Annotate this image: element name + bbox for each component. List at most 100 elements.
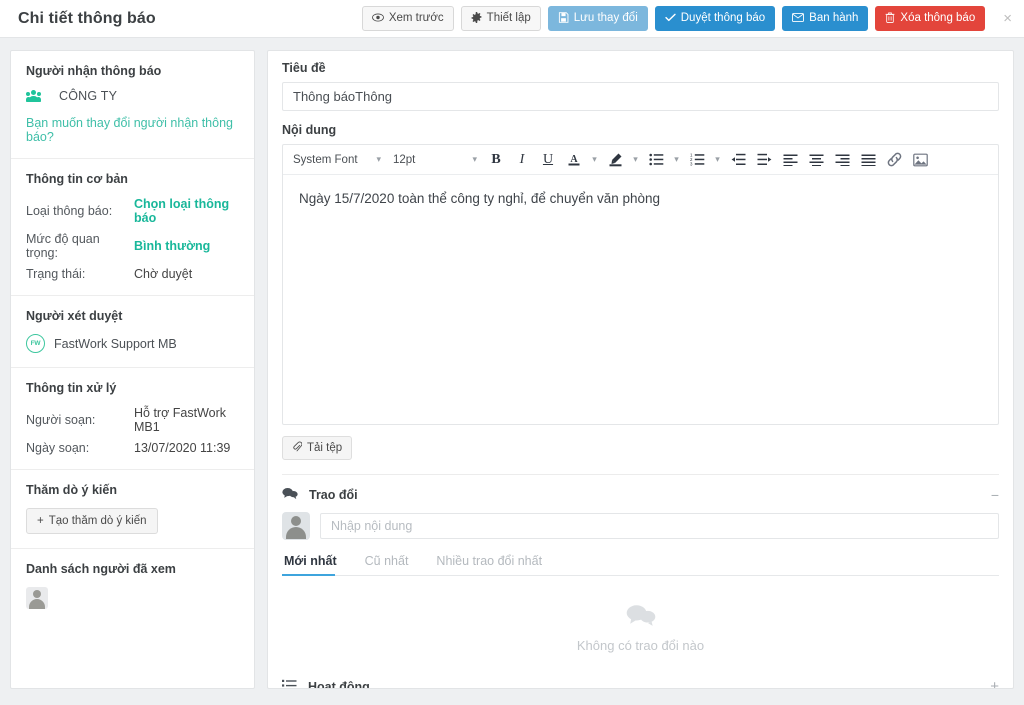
settings-button-label: Thiết lập bbox=[486, 11, 531, 24]
svg-text:3: 3 bbox=[690, 162, 693, 167]
create-poll-button[interactable]: + Tạo thăm dò ý kiến bbox=[26, 508, 158, 534]
processing-label-author: Người soạn: bbox=[26, 413, 96, 427]
save-changes-button[interactable]: Lưu thay đổi bbox=[547, 6, 648, 31]
basic-info-value-priority[interactable]: Bình thường bbox=[134, 239, 210, 253]
detail-main: Tiêu đề Nội dung System Font ▾ 12pt ▾ B … bbox=[267, 50, 1014, 689]
bold-icon[interactable]: B bbox=[483, 148, 509, 172]
sidebar-section-viewers: Danh sách người đã xem bbox=[11, 549, 254, 623]
sidebar-section-processing: Thông tin xử lý Người soạn: Hỗ trợ FastW… bbox=[11, 368, 254, 470]
approver-item[interactable]: FW FastWork Support MB bbox=[26, 334, 239, 353]
rich-text-editor: System Font ▾ 12pt ▾ B I U A ▾ ▾ ▾ 1 2 3… bbox=[282, 144, 999, 425]
outdent-icon[interactable] bbox=[725, 148, 751, 172]
discussion-title: Trao đổi bbox=[309, 487, 358, 502]
approver-name: FastWork Support MB bbox=[54, 336, 177, 351]
sidebar-section-basic-info: Thông tin cơ bản Loại thông báo: Chọn lo… bbox=[11, 159, 254, 296]
check-icon bbox=[665, 13, 676, 25]
discussion-tabs: Mới nhất Cũ nhất Nhiều trao đổi nhất bbox=[282, 554, 999, 576]
collapse-icon[interactable]: − bbox=[991, 488, 999, 502]
approve-notification-button[interactable]: Duyệt thông báo bbox=[654, 6, 776, 31]
eye-icon bbox=[371, 12, 384, 25]
basic-info-label-type: Loại thông báo: bbox=[26, 204, 113, 218]
font-color-icon[interactable]: A bbox=[561, 148, 587, 172]
chat-bubbles-icon bbox=[282, 604, 999, 631]
create-poll-button-label: Tạo thăm dò ý kiến bbox=[48, 515, 147, 527]
align-right-icon[interactable] bbox=[829, 148, 855, 172]
page-body: Người nhận thông báo CÔNG TY Bạn muốn th… bbox=[0, 38, 1024, 705]
chevron-down-icon[interactable]: ▾ bbox=[628, 148, 643, 172]
chevron-down-icon[interactable]: ▾ bbox=[669, 148, 684, 172]
list-icon bbox=[282, 679, 297, 688]
basic-info-label-priority: Mức độ quan trọng: bbox=[26, 232, 100, 260]
editor-content-area[interactable]: Ngày 15/7/2020 toàn thể công ty nghỉ, để… bbox=[283, 175, 998, 424]
expand-icon[interactable]: + bbox=[990, 679, 999, 688]
image-icon[interactable] bbox=[907, 148, 933, 172]
processing-label-date: Ngày soạn: bbox=[26, 441, 90, 455]
paperclip-icon bbox=[292, 441, 303, 455]
highlight-icon[interactable] bbox=[602, 148, 628, 172]
upload-file-button-label: Tải tệp bbox=[307, 442, 343, 454]
attach-row: Tải tệp bbox=[282, 436, 999, 460]
envelope-icon bbox=[792, 12, 805, 25]
content-field-label: Nội dung bbox=[282, 123, 337, 137]
plus-icon: + bbox=[37, 515, 44, 527]
basic-info-row-priority: Mức độ quan trọng: Bình thường bbox=[26, 232, 239, 260]
align-left-icon[interactable] bbox=[777, 148, 803, 172]
basic-info-value-status: Chờ duyệt bbox=[134, 267, 193, 281]
upload-file-button[interactable]: Tải tệp bbox=[282, 436, 353, 460]
font-family-value: System Font bbox=[293, 153, 358, 166]
italic-icon[interactable]: I bbox=[509, 148, 535, 172]
indent-icon[interactable] bbox=[751, 148, 777, 172]
approver-title: Người xét duyệt bbox=[26, 309, 123, 323]
recipients-title: Người nhận thông báo bbox=[26, 64, 162, 78]
font-family-select[interactable]: System Font ▾ bbox=[287, 149, 387, 171]
processing-row-date: Ngày soạn: 13/07/2020 11:39 bbox=[26, 441, 239, 455]
underline-icon[interactable]: U bbox=[535, 148, 561, 172]
align-center-icon[interactable] bbox=[803, 148, 829, 172]
svg-text:A: A bbox=[570, 154, 578, 165]
tab-newest[interactable]: Mới nhất bbox=[282, 554, 349, 576]
comment-input[interactable] bbox=[320, 513, 999, 539]
tab-oldest[interactable]: Cũ nhất bbox=[363, 554, 421, 575]
recipient-name: CÔNG TY bbox=[59, 89, 118, 103]
delete-notification-button[interactable]: Xóa thông báo bbox=[875, 6, 986, 31]
align-justify-icon[interactable] bbox=[855, 148, 881, 172]
page-title: Chi tiết thông báo bbox=[18, 9, 156, 27]
font-size-select[interactable]: 12pt ▾ bbox=[387, 149, 483, 171]
delete-notification-button-label: Xóa thông báo bbox=[900, 11, 976, 24]
title-input[interactable] bbox=[282, 82, 999, 111]
basic-info-title: Thông tin cơ bản bbox=[26, 172, 128, 186]
editor-paragraph: Ngày 15/7/2020 toàn thể công ty nghỉ, để… bbox=[299, 191, 661, 206]
discussion-header: Trao đổi − bbox=[282, 475, 999, 502]
viewer-avatar[interactable] bbox=[26, 587, 48, 609]
trash-icon bbox=[885, 12, 895, 26]
chat-bubbles-icon bbox=[282, 487, 298, 502]
processing-row-author: Người soạn: Hỗ trợ FastWork MB1 bbox=[26, 406, 239, 434]
publish-button[interactable]: Ban hành bbox=[782, 6, 869, 31]
recipient-item: CÔNG TY bbox=[26, 89, 239, 103]
settings-button[interactable]: Thiết lập bbox=[460, 6, 541, 31]
chevron-down-icon: ▾ bbox=[472, 154, 477, 164]
preview-button[interactable]: Xem trước bbox=[361, 6, 454, 31]
comment-compose-row bbox=[282, 512, 999, 540]
basic-info-value-type[interactable]: Chọn loại thông báo bbox=[134, 197, 239, 225]
close-icon[interactable]: × bbox=[1001, 11, 1014, 26]
numbered-list-icon[interactable]: 123 bbox=[684, 148, 710, 172]
activity-title: Hoạt động bbox=[308, 679, 370, 689]
processing-value-date: 13/07/2020 11:39 bbox=[134, 441, 231, 455]
activity-header: Hoạt động + bbox=[282, 679, 999, 689]
gear-icon bbox=[471, 11, 482, 26]
basic-info-row-status: Trạng thái: Chờ duyệt bbox=[26, 267, 239, 281]
link-icon[interactable] bbox=[881, 148, 907, 172]
bullet-list-icon[interactable] bbox=[643, 148, 669, 172]
change-recipients-link[interactable]: Bạn muốn thay đổi người nhận thông báo? bbox=[26, 116, 239, 144]
chevron-down-icon[interactable]: ▾ bbox=[710, 148, 725, 172]
processing-title: Thông tin xử lý bbox=[26, 381, 117, 395]
basic-info-row-type: Loại thông báo: Chọn loại thông báo bbox=[26, 197, 239, 225]
processing-value-author: Hỗ trợ FastWork MB1 bbox=[134, 406, 227, 434]
tab-most-discussed[interactable]: Nhiều trao đổi nhất bbox=[434, 554, 554, 575]
basic-info-label-status: Trạng thái: bbox=[26, 267, 86, 281]
sidebar-section-recipients: Người nhận thông báo CÔNG TY Bạn muốn th… bbox=[11, 51, 254, 159]
chevron-down-icon[interactable]: ▾ bbox=[587, 148, 602, 172]
poll-title: Thăm dò ý kiến bbox=[26, 483, 117, 497]
detail-sidebar: Người nhận thông báo CÔNG TY Bạn muốn th… bbox=[10, 50, 255, 689]
